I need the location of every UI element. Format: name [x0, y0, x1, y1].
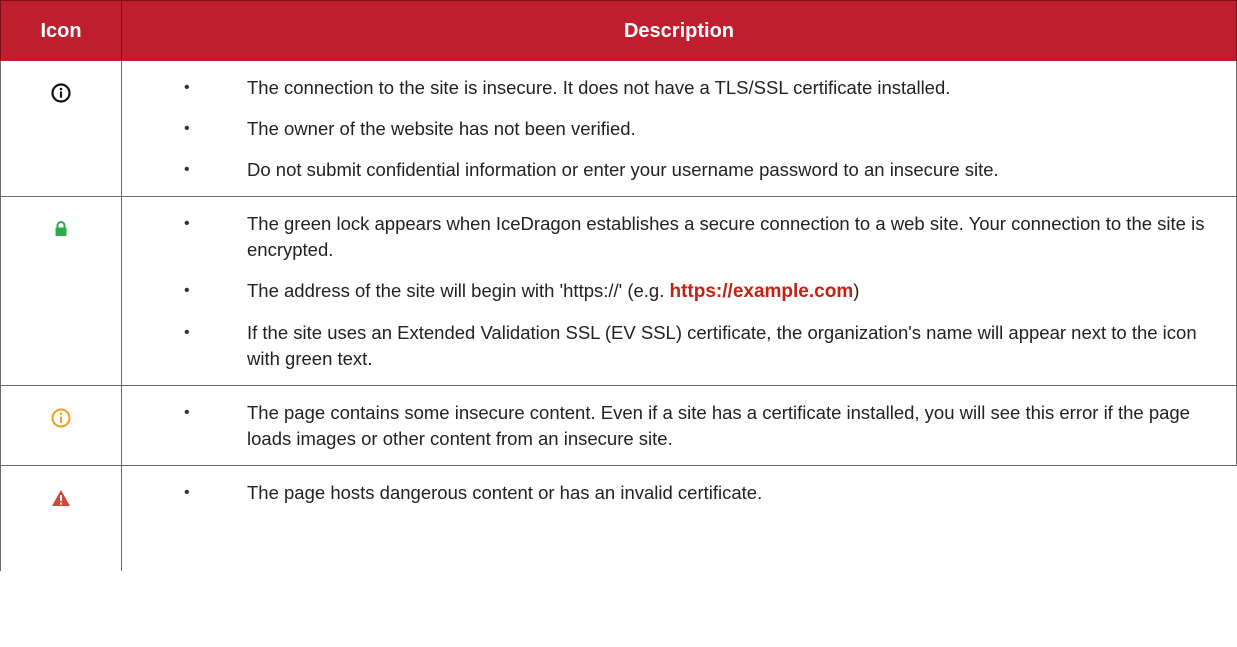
list-item: The address of the site will begin with …	[122, 278, 1220, 305]
list-item: Do not submit confidential information o…	[122, 157, 1220, 183]
description-column-header: Description	[121, 0, 1237, 61]
bullet-list: The green lock appears when IceDragon es…	[122, 197, 1236, 385]
list-item: The page hosts dangerous content or has …	[122, 480, 1221, 506]
list-item: The page contains some insecure content.…	[122, 400, 1220, 452]
bullet-list: The connection to the site is insecure. …	[122, 61, 1236, 196]
example-link[interactable]: https://example.com	[670, 281, 854, 302]
list-item: The owner of the website has not been ve…	[122, 116, 1220, 142]
info-circle-icon	[50, 82, 72, 104]
table-row: The green lock appears when IceDragon es…	[0, 196, 1237, 386]
table-row: The page contains some insecure content.…	[0, 385, 1237, 466]
list-item-suffix: )	[853, 280, 860, 301]
icon-cell	[0, 465, 122, 571]
description-cell: The page contains some insecure content.…	[121, 385, 1237, 466]
list-item-prefix: The address of the site will begin with …	[247, 280, 670, 301]
icon-cell	[0, 61, 122, 197]
description-cell: The green lock appears when IceDragon es…	[121, 196, 1237, 386]
list-item: If the site uses an Extended Validation …	[122, 320, 1220, 372]
warning-info-circle-icon	[50, 407, 72, 429]
icon-column-header: Icon	[0, 0, 122, 61]
list-item: The connection to the site is insecure. …	[122, 75, 1220, 101]
table-row: The connection to the site is insecure. …	[0, 61, 1237, 197]
description-cell: The connection to the site is insecure. …	[121, 61, 1237, 197]
danger-triangle-icon	[50, 487, 72, 509]
icon-cell	[0, 196, 122, 386]
icon-cell	[0, 385, 122, 466]
table-row: The page hosts dangerous content or has …	[0, 465, 1237, 571]
bullet-list: The page hosts dangerous content or has …	[122, 466, 1237, 519]
green-lock-icon	[50, 218, 72, 240]
description-cell: The page hosts dangerous content or has …	[121, 465, 1237, 571]
table-header-row: Icon Description	[0, 0, 1237, 61]
bullet-list: The page contains some insecure content.…	[122, 386, 1236, 465]
list-item: The green lock appears when IceDragon es…	[122, 211, 1220, 263]
icon-description-table: Icon Description The connection to the s…	[0, 0, 1237, 571]
